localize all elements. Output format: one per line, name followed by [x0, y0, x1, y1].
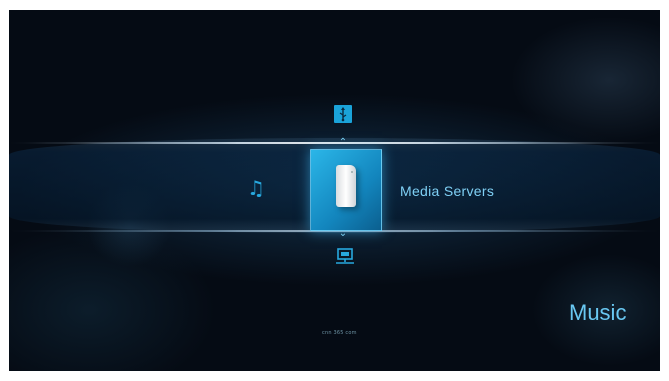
watermark-text: cnn 365 com: [322, 330, 357, 336]
media-player-screen: ⌃ ⌄ ♫ Media Servers Music cnn 365 com: [9, 10, 660, 371]
scroll-up-arrow-icon[interactable]: ⌃: [335, 138, 351, 148]
selected-item-label: Media Servers: [400, 183, 495, 199]
media-server-drive-icon: [336, 165, 356, 207]
music-note-icon[interactable]: ♫: [247, 178, 265, 198]
usb-menu-item[interactable]: [334, 105, 352, 123]
media-servers-menu-item[interactable]: [310, 149, 382, 231]
network-computer-icon[interactable]: [335, 248, 355, 270]
drive-led: [351, 171, 353, 173]
usb-icon: [339, 107, 347, 122]
scroll-down-arrow-icon[interactable]: ⌄: [335, 229, 351, 239]
section-title: Music: [569, 300, 627, 325]
